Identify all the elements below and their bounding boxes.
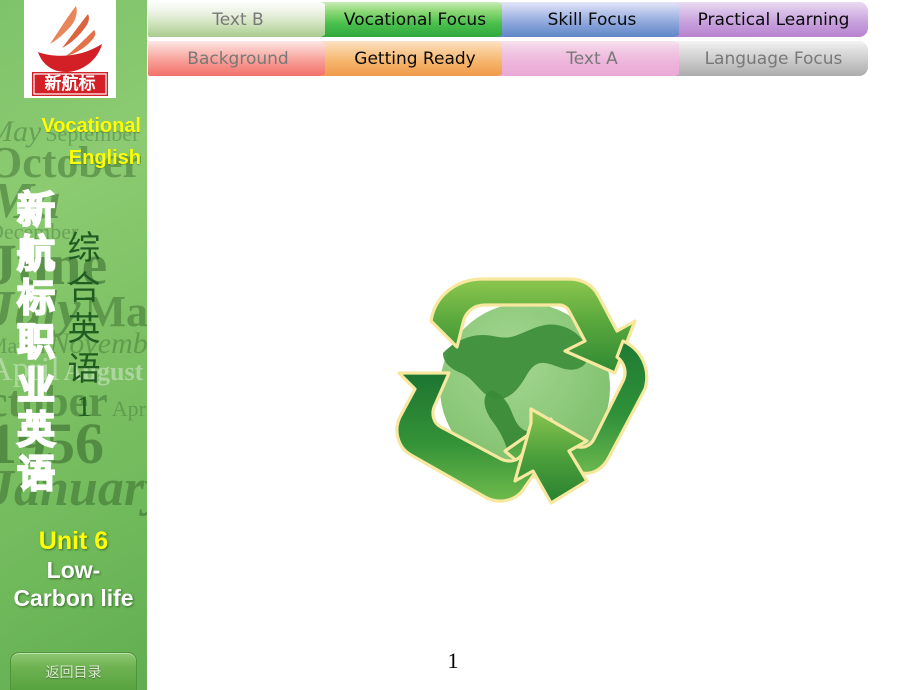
series-char: 英 <box>16 407 56 453</box>
series-char: 航 <box>16 231 56 277</box>
recycle-globe-icon <box>373 223 673 553</box>
tab-practical-learning[interactable]: Practical Learning <box>679 2 868 37</box>
tab-text-b[interactable]: Text B <box>148 2 328 37</box>
subtitle-char: 英 <box>67 308 101 348</box>
svg-text:新航标: 新航标 <box>45 73 96 94</box>
unit-name-line1: Low- <box>46 557 101 583</box>
series-char: 职 <box>16 319 56 365</box>
series-char: 标 <box>16 275 56 321</box>
tab-skill-focus[interactable]: Skill Focus <box>502 2 682 37</box>
subtitle-char: 合 <box>67 268 101 308</box>
unit-name-line2: Carbon life <box>13 585 134 612</box>
unit-label: Unit 6 <box>38 527 109 555</box>
tab-getting-ready[interactable]: Getting Ready <box>325 41 505 76</box>
page-number: 1 <box>447 648 459 673</box>
slide-content-area: 1 <box>148 78 920 690</box>
series-char: 新 <box>16 187 56 233</box>
back-to-contents-label: 返回目录 <box>45 664 102 681</box>
brand-title: Vocational English <box>0 110 141 174</box>
tab-navigation: Text B Vocational Focus Skill Focus Prac… <box>148 0 920 78</box>
subtitle-volume: 1 <box>76 390 92 423</box>
tab-vocational-focus[interactable]: Vocational Focus <box>325 2 505 37</box>
subtitle-char: 语 <box>67 348 101 388</box>
tab-background[interactable]: Background <box>148 41 328 76</box>
series-char: 语 <box>16 451 56 497</box>
subtitle-char: 综 <box>67 228 101 267</box>
unit-name: Low- Carbon life <box>0 556 147 612</box>
back-to-contents-button[interactable]: 返回目录 <box>10 652 137 690</box>
brand-title-line1: Vocational <box>41 115 141 137</box>
slide-canvas: May September October Ma December June J… <box>0 0 920 690</box>
series-char: 业 <box>16 363 56 409</box>
brand-title-line2: English <box>68 147 141 169</box>
series-subtitle-vertical: 综 合 英 语 1 <box>62 228 106 426</box>
brand-logo: 新航标 <box>24 0 116 98</box>
series-title-vertical: 新 航 标 职 业 英 语 <box>14 187 58 497</box>
tab-language-focus[interactable]: Language Focus <box>679 41 868 76</box>
tab-text-a[interactable]: Text A <box>502 41 682 76</box>
sidebar: May September October Ma December June J… <box>0 0 147 690</box>
